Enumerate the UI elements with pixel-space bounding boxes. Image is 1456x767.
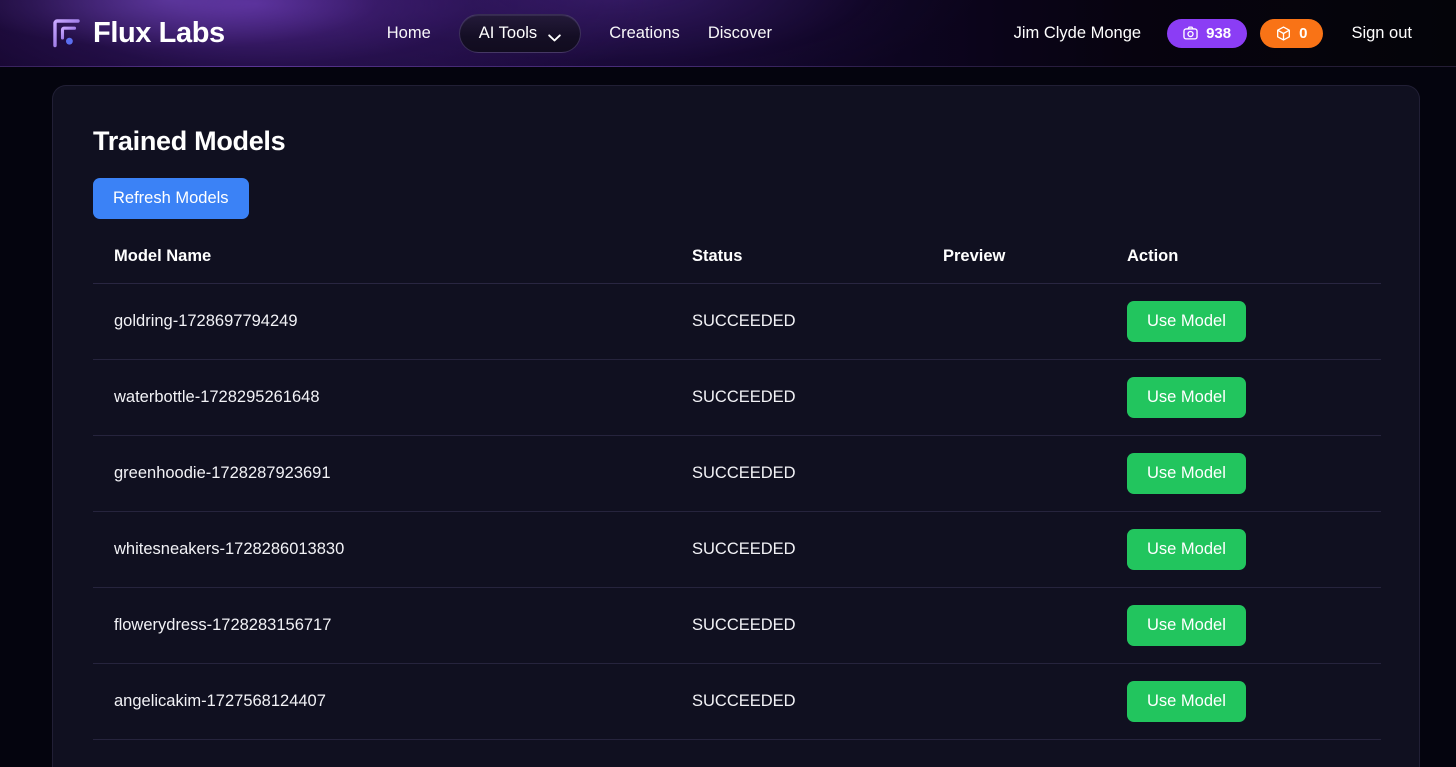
chevron-down-icon [548, 29, 561, 42]
trained-models-card: Trained Models Refresh Models Model Name… [52, 85, 1420, 767]
flux-logo-icon [52, 18, 81, 48]
table-row: greenhoodie-1728287923691 SUCCEEDED Use Mo… [93, 435, 1381, 512]
use-model-button[interactable]: Use Model [1127, 528, 1246, 570]
cell-action: Use Model [1106, 587, 1381, 664]
cell-status: SUCCEEDED [671, 359, 922, 436]
column-header-model-name: Model Name [93, 247, 671, 284]
trained-models-table: Model Name Status Preview Action goldrin… [93, 247, 1381, 740]
column-header-action: Action [1106, 247, 1381, 284]
cell-preview [922, 663, 1106, 740]
column-header-status: Status [671, 247, 922, 284]
cell-preview [922, 511, 1106, 588]
table-row: flowerydress-1728283156717 SUCCEEDED Use M… [93, 587, 1381, 664]
use-model-button[interactable]: Use Model [1127, 452, 1246, 494]
nav-item-ai-tools[interactable]: AI Tools [458, 13, 582, 53]
table-row: goldring-1728697794249 SUCCEEDED Use Model [93, 283, 1381, 360]
refresh-models-button[interactable]: Refresh Models [93, 178, 249, 219]
main-nav: Home AI Tools Creations Discover [373, 13, 786, 53]
table-body: goldring-1728697794249 SUCCEEDED Use Model… [93, 283, 1381, 740]
table-row: waterbottle-1728295261648 SUCCEEDED Use Mo… [93, 359, 1381, 436]
cell-action: Use Model [1106, 283, 1381, 360]
cell-action: Use Model [1106, 511, 1381, 588]
table-row: whitesneakers-1728286013830 SUCCEEDED Use … [93, 511, 1381, 588]
cell-status: SUCCEEDED [671, 511, 922, 588]
cell-action: Use Model [1106, 435, 1381, 512]
sign-out-link[interactable]: Sign out [1351, 24, 1412, 43]
cell-status: SUCCEEDED [671, 283, 922, 360]
use-model-button[interactable]: Use Model [1127, 680, 1246, 722]
cell-preview [922, 359, 1106, 436]
nav-item-ai-tools-label: AI Tools [478, 23, 538, 42]
nav-item-discover[interactable]: Discover [694, 18, 786, 49]
cell-status: SUCCEEDED [671, 435, 922, 512]
table-header: Model Name Status Preview Action [93, 247, 1381, 284]
cell-action: Use Model [1106, 359, 1381, 436]
column-header-preview: Preview [922, 247, 1106, 284]
brand-logo[interactable]: Flux Labs [52, 17, 225, 50]
cell-model-name: goldring-1728697794249 [93, 283, 671, 360]
cell-preview [922, 283, 1106, 360]
cell-model-name: waterbottle-1728295261648 [93, 359, 671, 436]
cell-model-name: whitesneakers-1728286013830 [93, 511, 671, 588]
cell-preview [922, 435, 1106, 512]
nav-item-creations[interactable]: Creations [595, 18, 694, 49]
user-name[interactable]: Jim Clyde Monge [1014, 24, 1141, 43]
cell-model-name: greenhoodie-1728287923691 [93, 435, 671, 512]
camera-icon [1183, 26, 1198, 40]
cube-icon [1276, 25, 1291, 41]
brand-name: Flux Labs [93, 16, 225, 49]
models-count: 0 [1299, 24, 1308, 42]
use-model-button[interactable]: Use Model [1127, 604, 1246, 646]
credits-badge[interactable]: 938 [1167, 18, 1248, 48]
cell-status: SUCCEEDED [671, 663, 922, 740]
cell-model-name: angelicakim-1727568124407 [93, 663, 671, 740]
cell-status: SUCCEEDED [671, 587, 922, 664]
use-model-button[interactable]: Use Model [1127, 376, 1246, 418]
table-header-row: Model Name Status Preview Action [93, 247, 1381, 284]
page-title: Trained Models [93, 126, 286, 156]
nav-item-home[interactable]: Home [373, 18, 445, 49]
models-badge[interactable]: 0 [1260, 18, 1324, 48]
table-row: angelicakim-1727568124407 SUCCEEDED Use Mo… [93, 663, 1381, 740]
app-header: Flux Labs Home AI Tools Creations Discov… [0, 0, 1456, 67]
cell-action: Use Model [1106, 663, 1381, 740]
credits-count: 938 [1206, 24, 1232, 42]
header-right-group: Jim Clyde Monge 938 0 Sign out [1014, 18, 1412, 48]
cell-model-name: flowerydress-1728283156717 [93, 587, 671, 664]
cell-preview [922, 587, 1106, 664]
use-model-button[interactable]: Use Model [1127, 301, 1246, 342]
page-body: Trained Models Refresh Models Model Name… [0, 67, 1456, 767]
